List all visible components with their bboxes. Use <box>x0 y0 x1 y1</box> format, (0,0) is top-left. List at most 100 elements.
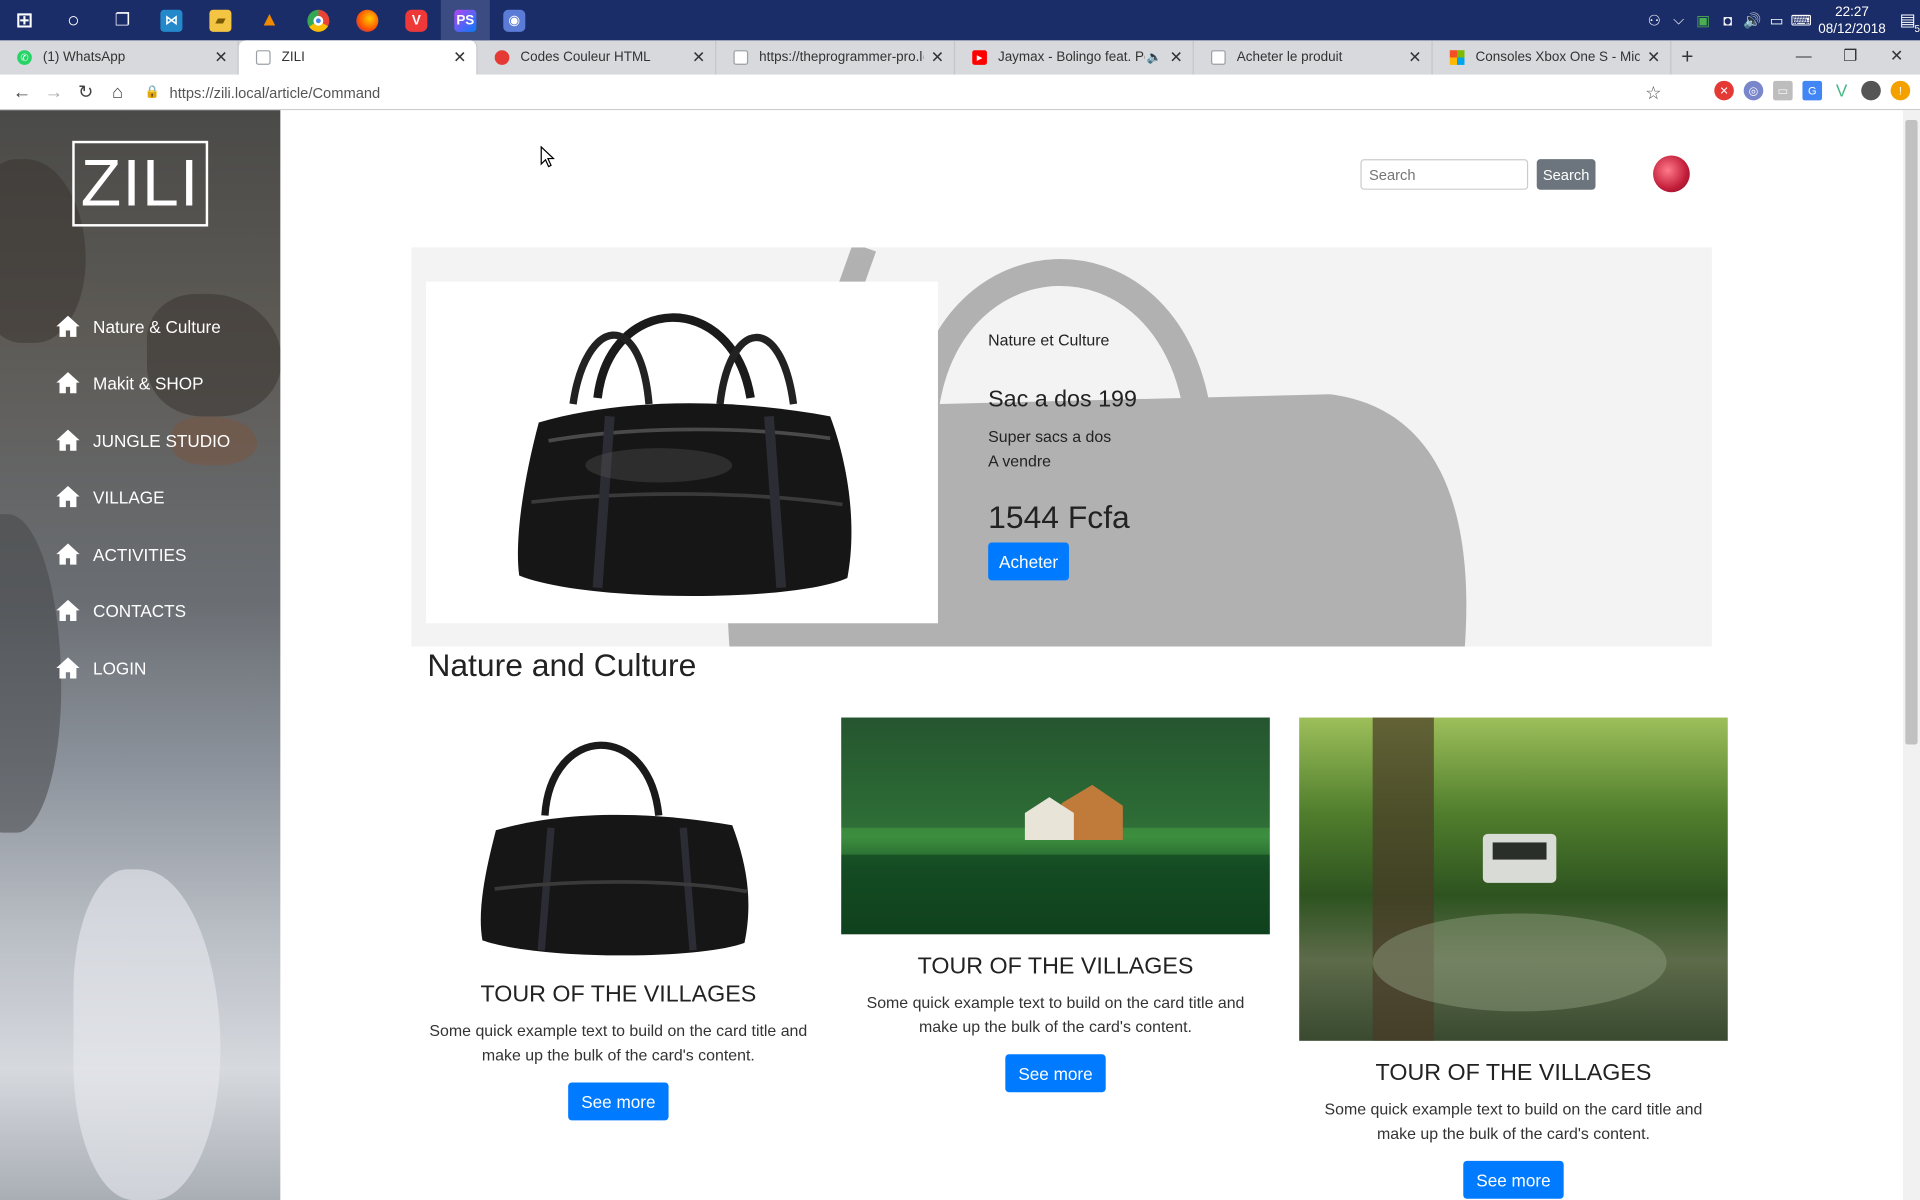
warning-icon[interactable]: ! <box>1890 80 1911 101</box>
sidebar-item-contacts[interactable]: CONTACTS <box>55 599 186 622</box>
tab-xbox[interactable]: Consoles Xbox One S - Microsoft ✕ <box>1433 40 1672 75</box>
product-category: Nature et Culture <box>988 330 1110 349</box>
tab-youtube[interactable]: ▶ Jaymax - Bolingo feat. Pemb🔈 ✕ <box>955 40 1194 75</box>
system-tray: ⚇ ⌵ ▣ ◘ 🔊 ▭ ⌨ 22:27 08/12/2018 ▤ 5 <box>1642 0 1920 40</box>
home-icon <box>56 599 80 621</box>
keyboard-icon[interactable]: ⌨ <box>1789 12 1813 29</box>
tab-zili[interactable]: ZILI ✕ <box>238 40 478 75</box>
search-button[interactable]: Search <box>1536 159 1596 190</box>
page-icon <box>255 50 271 65</box>
tab-codes-couleur[interactable]: Codes Couleur HTML ✕ <box>478 40 717 75</box>
main-content: Search Nature et Cultu <box>280 110 1903 1200</box>
see-more-button[interactable]: See more <box>567 1082 669 1121</box>
people-icon[interactable]: ⚇ <box>1642 12 1666 29</box>
translate-icon[interactable]: G <box>1802 80 1823 101</box>
page-icon <box>733 50 749 65</box>
back-icon[interactable]: ← <box>6 81 38 102</box>
home-icon <box>56 657 80 679</box>
restore-icon[interactable]: ❐ <box>1827 40 1874 74</box>
tab-title: Acheter le produit <box>1236 50 1343 65</box>
bookmark-star-icon[interactable]: ☆ <box>1645 81 1661 104</box>
sidebar-item-label: Nature & Culture <box>93 316 221 337</box>
lock-icon[interactable]: 🔒 <box>144 86 159 99</box>
card-title: TOUR OF THE VILLAGES <box>917 953 1194 980</box>
microsoft-icon <box>1449 50 1465 65</box>
chevron-up-icon[interactable]: ⌵ <box>1666 11 1690 29</box>
sidebar-item-nature-culture[interactable]: Nature & Culture <box>55 315 221 338</box>
chrome-icon[interactable] <box>294 0 343 40</box>
close-icon[interactable]: ✕ <box>1408 48 1421 68</box>
audio-icon[interactable]: 🔈 <box>1147 51 1162 64</box>
forward-icon[interactable]: → <box>38 81 70 102</box>
card-text: Some quick example text to build on the … <box>866 993 1245 1036</box>
see-more-button[interactable]: See more <box>1462 1160 1565 1199</box>
tab-whatsapp[interactable]: ✆ (1) WhatsApp ✕ <box>0 40 239 75</box>
adblock-icon[interactable]: ✕ <box>1714 80 1734 101</box>
vivaldi-icon[interactable]: V <box>392 0 441 40</box>
vlc-icon[interactable]: ▲ <box>245 0 294 40</box>
avatar[interactable] <box>1653 155 1690 193</box>
close-icon[interactable]: ✕ <box>214 48 227 68</box>
section-title: Nature and Culture <box>427 646 697 684</box>
tab-title: Consoles Xbox One S - Microsoft <box>1475 50 1640 65</box>
sidebar: ZILI Nature & Culture Makit & SHOP JUNGL… <box>0 110 281 1200</box>
page-scrollbar[interactable] <box>1902 110 1920 1200</box>
close-icon[interactable]: ✕ <box>1647 48 1660 68</box>
home-icon <box>56 485 80 508</box>
sidebar-item-label: LOGIN <box>93 658 147 678</box>
reload-icon[interactable]: ↻ <box>70 81 102 103</box>
close-icon[interactable]: ✕ <box>1170 48 1183 68</box>
card: TOUR OF THE VILLAGES Some quick example … <box>1299 717 1728 1199</box>
start-icon[interactable]: ⊞ <box>0 0 49 40</box>
volume-icon[interactable]: 🔊 <box>1740 12 1764 29</box>
tab-title: (1) WhatsApp <box>42 50 126 65</box>
sidebar-item-label: Makit & SHOP <box>93 372 204 393</box>
home-icon[interactable]: ⌂ <box>102 81 134 102</box>
close-icon[interactable]: ✕ <box>453 48 466 68</box>
profile-icon[interactable] <box>1861 80 1881 101</box>
whatsapp-icon: ✆ <box>17 50 32 65</box>
task-view-icon[interactable]: ❐ <box>98 0 147 40</box>
gamepad-icon[interactable]: ◘ <box>1715 12 1739 29</box>
close-icon[interactable]: ✕ <box>931 48 944 68</box>
address-bar[interactable]: 🔒 https://zili.local/article/Command ☆ <box>144 78 1668 106</box>
card-image <box>1299 717 1728 1041</box>
home-icon <box>56 372 80 394</box>
file-explorer-icon[interactable]: ▰ <box>196 0 245 40</box>
vue-devtools-icon[interactable]: V <box>1832 81 1852 101</box>
search-input[interactable] <box>1360 159 1529 190</box>
phpstorm-icon[interactable]: PS <box>440 0 490 41</box>
sidebar-item-jungle-studio[interactable]: JUNGLE STUDIO <box>55 429 230 452</box>
product-price: 1544 Fcfa <box>988 498 1130 536</box>
extensions-bar: ✕ ◎ ▭ G V ! <box>1714 80 1911 101</box>
sidebar-item-village[interactable]: VILLAGE <box>55 485 165 508</box>
close-icon[interactable]: ✕ <box>692 48 705 68</box>
tab-title: Codes Couleur HTML <box>520 50 651 65</box>
home-icon <box>56 429 80 451</box>
close-window-icon[interactable]: ✕ <box>1873 40 1920 74</box>
sidebar-item-label: VILLAGE <box>93 486 165 507</box>
card-text: Some quick example text to build on the … <box>1324 1099 1703 1143</box>
notification-icon[interactable]: ▤ 5 <box>1896 10 1920 34</box>
extension-icon[interactable]: ◎ <box>1743 80 1764 101</box>
new-tab-button[interactable]: + <box>1671 40 1703 74</box>
cortana-icon[interactable]: ○ <box>49 0 98 40</box>
extension-icon[interactable]: ▭ <box>1773 80 1793 101</box>
vscode-icon[interactable]: ⋈ <box>147 0 196 40</box>
network-icon[interactable]: ▭ <box>1764 12 1788 29</box>
tab-acheter[interactable]: Acheter le produit ✕ <box>1194 40 1433 75</box>
firefox-icon[interactable] <box>343 0 392 40</box>
screen-recorder-icon[interactable]: ◉ <box>490 0 539 40</box>
zili-logo[interactable]: ZILI <box>72 140 209 227</box>
sidebar-item-activities[interactable]: ACTIVITIES <box>55 542 186 565</box>
tab-theprogrammer[interactable]: https://theprogrammer-pro.local ✕ <box>716 40 956 75</box>
app-tray-icon[interactable]: ▣ <box>1691 12 1715 29</box>
minimize-icon[interactable]: — <box>1780 40 1827 74</box>
tab-title: Jaymax - Bolingo feat. Pemb <box>997 50 1144 65</box>
sidebar-item-makit-shop[interactable]: Makit & SHOP <box>55 371 204 394</box>
sidebar-item-login[interactable]: LOGIN <box>55 656 146 679</box>
see-more-button[interactable]: See more <box>1004 1054 1107 1093</box>
buy-button[interactable]: Acheter <box>988 542 1069 581</box>
clock[interactable]: 22:27 08/12/2018 <box>1818 3 1885 37</box>
scrollbar-thumb[interactable] <box>1905 120 1918 745</box>
